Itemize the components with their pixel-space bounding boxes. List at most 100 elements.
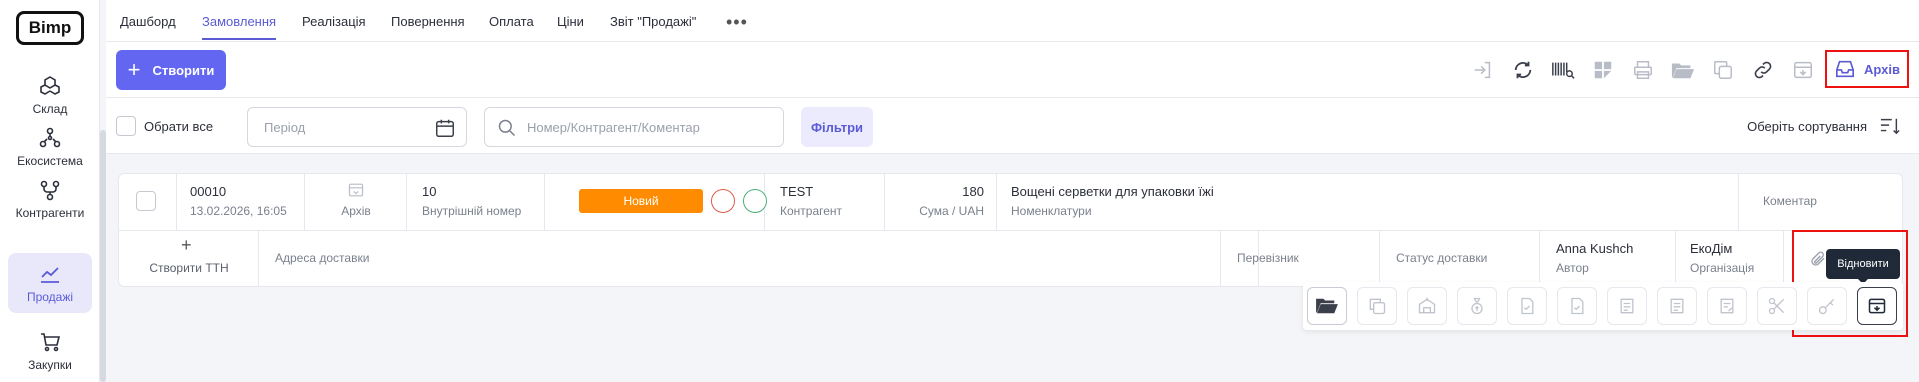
edit-document-button[interactable] [1707, 287, 1747, 325]
search-input[interactable]: Номер/Контрагент/Коментар [484, 107, 784, 147]
document-edit-icon [1720, 298, 1734, 314]
restore-button[interactable] [1857, 287, 1897, 325]
calendar-icon[interactable] [434, 117, 456, 139]
folder-icon[interactable] [1669, 56, 1697, 84]
period-input[interactable]: Період [247, 107, 467, 147]
sidebar: Bimp Склад Екосистема Контрагенти Продаж… [0, 0, 100, 382]
internal-number-label: Внутрішній номер [422, 204, 522, 218]
archive-box-icon[interactable] [1789, 56, 1817, 84]
barcode-icon[interactable] [1549, 56, 1577, 84]
tab-returns[interactable]: Повернення [391, 0, 465, 42]
contractors-icon [40, 180, 60, 201]
select-all-checkbox[interactable] [116, 116, 136, 136]
document-action-button[interactable] [1557, 287, 1597, 325]
open-folder-button[interactable] [1307, 287, 1347, 325]
author-cell: Anna Kushch Автор [1540, 231, 1676, 287]
tab-dashboard[interactable]: Дашборд [120, 0, 176, 42]
report-action-button[interactable] [1607, 287, 1647, 325]
archive-button[interactable]: Архів [1825, 50, 1909, 88]
create-button-label: Створити [152, 62, 215, 78]
archive-small-icon [348, 183, 364, 197]
tab-realization[interactable]: Реалізація [302, 0, 366, 42]
period-placeholder: Період [264, 119, 306, 135]
sum-label: Сума / UAH [919, 204, 984, 218]
delivery-address-cell[interactable]: Адреса доставки [259, 231, 1259, 287]
internal-number: 10 [422, 184, 437, 199]
search-icon [498, 119, 516, 137]
order-actions-bar [1303, 282, 1903, 330]
grid-export-icon[interactable] [1589, 56, 1617, 84]
tab-sales-report[interactable]: Звіт "Продажі" [610, 0, 696, 42]
sidebar-item-warehouse[interactable]: Склад [8, 66, 92, 124]
organization-name: ЕкоДім [1690, 241, 1733, 256]
status-badge[interactable]: Новий [579, 189, 703, 213]
document-check-icon [1571, 297, 1584, 315]
carrier-label: Перевізник [1237, 251, 1299, 265]
sidebar-item-contractors[interactable]: Контрагенти [8, 170, 92, 228]
refresh-icon[interactable] [1509, 56, 1537, 84]
sort-control[interactable]: Оберіть сортування [1747, 116, 1901, 136]
sidebar-item-sales[interactable]: Продажі [8, 253, 92, 313]
order-sum: 180 [962, 184, 984, 199]
author-name: Anna Kushch [1556, 241, 1634, 256]
act-action-button[interactable] [1657, 287, 1697, 325]
money-bag-icon [1471, 297, 1483, 315]
import-icon[interactable] [1469, 56, 1497, 84]
order-datetime: 13.02.2026, 16:05 [190, 204, 287, 218]
order-card[interactable]: 00010 13.02.2026, 16:05 Архів 10 Внутріш… [118, 173, 1903, 287]
app-logo[interactable]: Bimp [16, 11, 84, 45]
toolbar: + Створити Архів [106, 42, 1919, 98]
sidebar-scrollbar[interactable] [100, 130, 106, 382]
warehouse-icon [40, 76, 60, 95]
sales-icon [41, 267, 59, 283]
access-key-button[interactable] [1807, 287, 1847, 325]
copy-icon [1369, 298, 1386, 315]
row-checkbox[interactable] [136, 191, 156, 211]
contractor-cell[interactable]: TEST Контрагент [765, 174, 885, 230]
order-main-row: 00010 13.02.2026, 16:05 Архів 10 Внутріш… [119, 174, 1902, 231]
create-ttn-cell[interactable]: + Створити ТТН [119, 231, 259, 287]
sort-icon [1880, 118, 1900, 135]
unlink-button[interactable] [1757, 287, 1797, 325]
status-indicator-green[interactable] [743, 189, 767, 213]
scissors-icon [1768, 297, 1785, 315]
payment-action-button[interactable] [1457, 287, 1497, 325]
internal-number-cell: 10 Внутрішній номер [407, 174, 545, 230]
author-label: Автор [1556, 261, 1589, 275]
sidebar-item-purchases[interactable]: Закупки [8, 322, 92, 380]
order-number-cell[interactable]: 00010 13.02.2026, 16:05 [177, 174, 305, 230]
ecosystem-icon [39, 127, 61, 148]
product-label: Номенклатури [1011, 204, 1092, 218]
copy-order-button[interactable] [1357, 287, 1397, 325]
sidebar-item-label: Закупки [28, 358, 72, 372]
tab-payment[interactable]: Оплата [489, 0, 534, 42]
invoice-action-button[interactable] [1507, 287, 1547, 325]
warehouse-action-button[interactable] [1407, 287, 1447, 325]
sum-cell: 180 Сума / UAH [885, 174, 997, 230]
comment-cell[interactable]: Коментар [1739, 174, 1904, 230]
status-indicator-red[interactable] [711, 189, 735, 213]
copy-icon[interactable] [1709, 56, 1737, 84]
select-all[interactable]: Обрати все [116, 116, 213, 136]
delivery-status-cell[interactable]: Статус доставки [1380, 231, 1540, 287]
archive-button-label: Архів [1864, 61, 1900, 77]
tab-prices[interactable]: Ціни [557, 0, 584, 42]
filters-bar: Обрати все Період Номер/Контрагент/Комен… [106, 98, 1919, 154]
tab-orders[interactable]: Замовлення [202, 0, 277, 42]
sidebar-item-label: Екосистема [17, 154, 83, 168]
create-button[interactable]: + Створити [116, 50, 226, 90]
archive-status-cell: Архів [305, 174, 407, 230]
filters-button[interactable]: Фільтри [801, 107, 873, 147]
comment-label: Коментар [1763, 194, 1817, 208]
organization-cell: ЕкоДім Організація [1676, 231, 1784, 287]
link-icon[interactable] [1749, 56, 1777, 84]
sidebar-item-ecosystem[interactable]: Екосистема [8, 118, 92, 176]
sidebar-item-label: Продажі [26, 290, 74, 304]
product-name: Вощені серветки для упаковки їжі [1011, 184, 1214, 199]
print-icon[interactable] [1629, 56, 1657, 84]
carrier-cell[interactable]: Перевізник [1220, 231, 1380, 287]
order-number: 00010 [190, 184, 227, 199]
search-placeholder: Номер/Контрагент/Коментар [527, 119, 700, 135]
select-all-label: Обрати все [144, 118, 214, 134]
more-tabs-button[interactable]: ••• [726, 12, 748, 33]
